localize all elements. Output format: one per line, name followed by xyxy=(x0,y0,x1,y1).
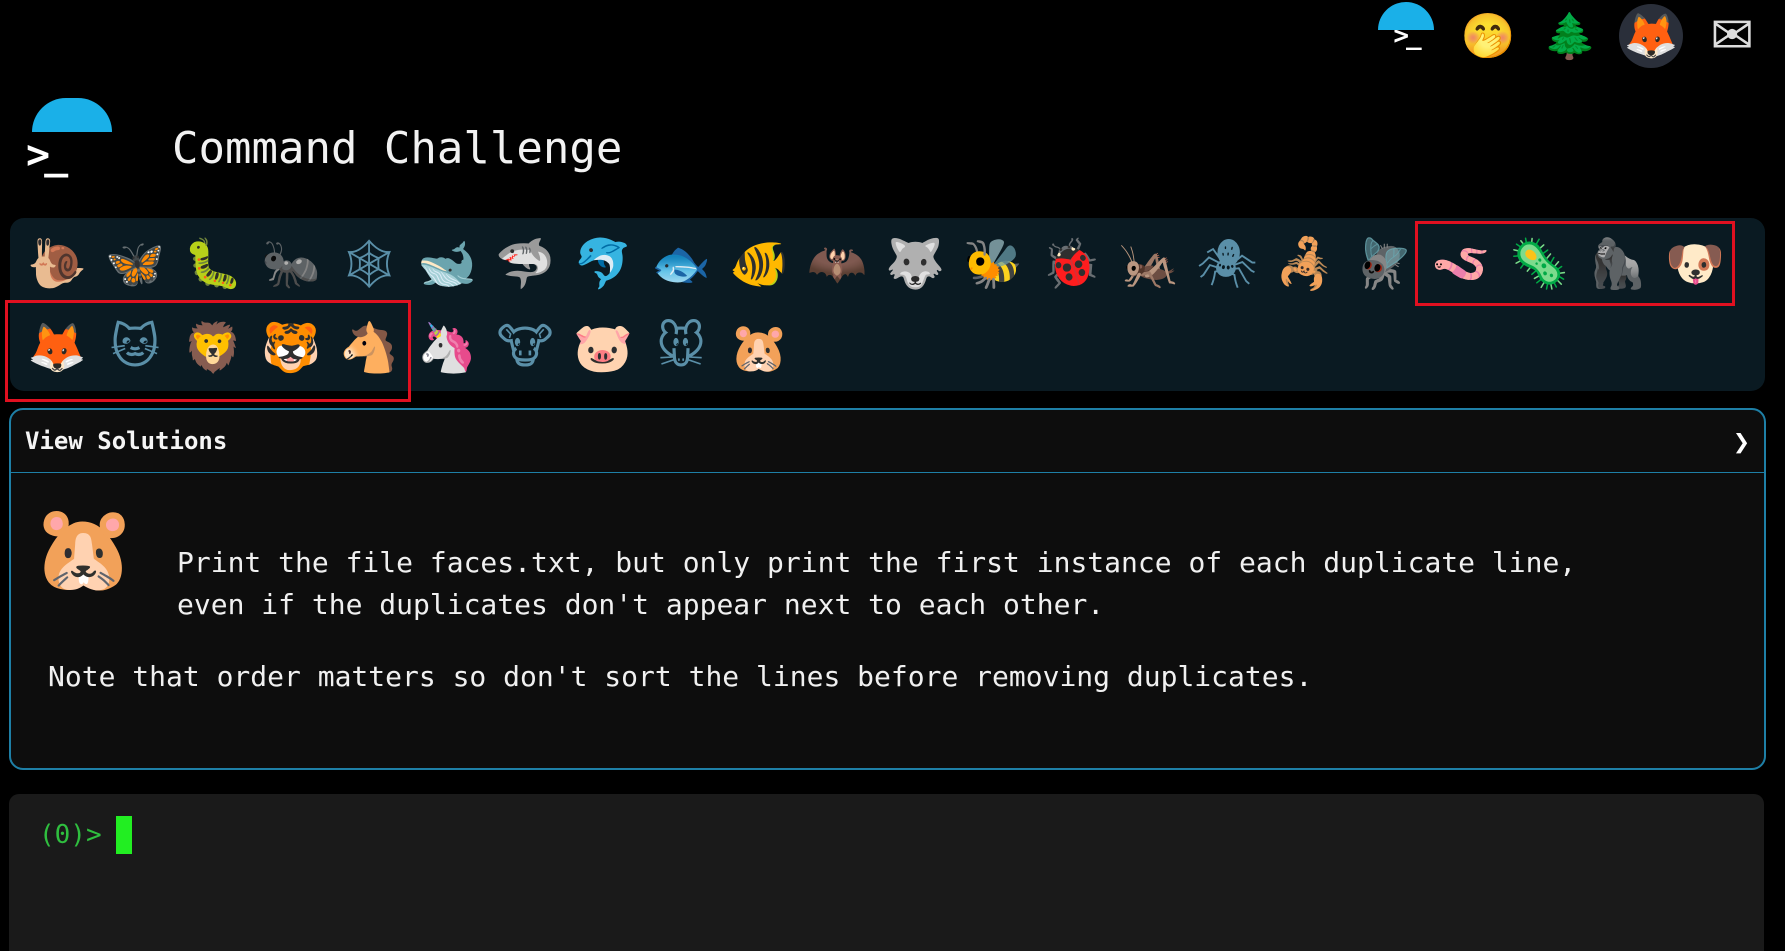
challenge-selector: 🐌 🦋 🐛 🐜 🕸 🐋 🦈 🐬 🐟 🐠 🦇 🐺 🐝 🐞 🦗 🕷 🦂 🪰 🪱 🦠 🦍 🐶 🦊 🐱 🦁 🐯 🐴 🦄 🐮 🐷 🐭 🐹 xyxy=(5,218,1765,402)
unicorn-icon[interactable]: 🦄 xyxy=(408,308,486,386)
challenge-description: Print the file faces.txt, but only print… xyxy=(177,542,1576,626)
umbrella-icon xyxy=(32,98,112,132)
evergreen-tree-icon[interactable]: 🌲 xyxy=(1537,2,1603,70)
snail-icon[interactable]: 🐌 xyxy=(18,224,96,302)
challenge-card: View Solutions ❯ 🐹 Print the file faces.… xyxy=(9,408,1766,770)
tropical-fish-icon[interactable]: 🐠 xyxy=(720,224,798,302)
scorpion-icon[interactable]: 🦂 xyxy=(1266,224,1344,302)
view-solutions-label: View Solutions xyxy=(25,427,228,455)
view-solutions-toggle[interactable]: View Solutions ❯ xyxy=(11,410,1764,473)
terminal-input[interactable]: (0)> xyxy=(9,794,1764,951)
logo[interactable]: >_ xyxy=(24,98,112,178)
hand-over-mouth-face-icon[interactable]: 🤭 xyxy=(1455,2,1521,70)
challenge-note: Note that order matters so don't sort th… xyxy=(48,660,1313,693)
fly-icon[interactable]: 🪰 xyxy=(1344,224,1422,302)
hamster-icon: 🐹 xyxy=(31,498,137,597)
pig-icon[interactable]: 🐷 xyxy=(564,308,642,386)
page-title: Command Challenge xyxy=(172,122,623,174)
text-cursor xyxy=(115,816,132,854)
umbrella-shape xyxy=(1378,2,1434,30)
shark-icon[interactable]: 🦈 xyxy=(486,224,564,302)
top-nav: >_ 🤭 🌲 🦊 ✉ xyxy=(1373,2,1765,70)
spider-web-icon[interactable]: 🕸 xyxy=(330,224,408,302)
prompt-line[interactable]: (0)> xyxy=(39,816,132,854)
highlight-box xyxy=(1415,221,1735,306)
highlight-box xyxy=(5,300,411,402)
hamster-icon[interactable]: 🐹 xyxy=(720,308,798,386)
ant-icon[interactable]: 🐜 xyxy=(252,224,330,302)
spider-icon[interactable]: 🕷 xyxy=(1188,224,1266,302)
prompt-icon: >_ xyxy=(26,132,68,178)
butterfly-icon[interactable]: 🦋 xyxy=(96,224,174,302)
cow-icon[interactable]: 🐮 xyxy=(486,308,564,386)
chevron-right-icon[interactable]: ❯ xyxy=(1733,425,1750,458)
gitlab-fox-icon[interactable]: 🦊 xyxy=(1619,4,1683,68)
dolphin-icon[interactable]: 🐬 xyxy=(564,224,642,302)
terminal-umbrella-icon[interactable]: >_ xyxy=(1373,2,1439,70)
bee-icon[interactable]: 🐝 xyxy=(954,224,1032,302)
mouse-icon[interactable]: 🐭 xyxy=(642,308,720,386)
whale-icon[interactable]: 🐋 xyxy=(408,224,486,302)
wolf-icon[interactable]: 🐺 xyxy=(876,224,954,302)
caterpillar-icon[interactable]: 🐛 xyxy=(174,224,252,302)
bat-icon[interactable]: 🦇 xyxy=(798,224,876,302)
envelope-icon[interactable]: ✉ xyxy=(1699,2,1765,70)
description-line: Print the file faces.txt, but only print… xyxy=(177,546,1577,579)
site-header: >_ Command Challenge xyxy=(24,98,622,178)
description-line: even if the duplicates don't appear next… xyxy=(177,588,1105,621)
fish-icon[interactable]: 🐟 xyxy=(642,224,720,302)
prompt-text: (0)> xyxy=(39,820,102,850)
cricket-icon[interactable]: 🦗 xyxy=(1110,224,1188,302)
ladybug-icon[interactable]: 🐞 xyxy=(1032,224,1110,302)
